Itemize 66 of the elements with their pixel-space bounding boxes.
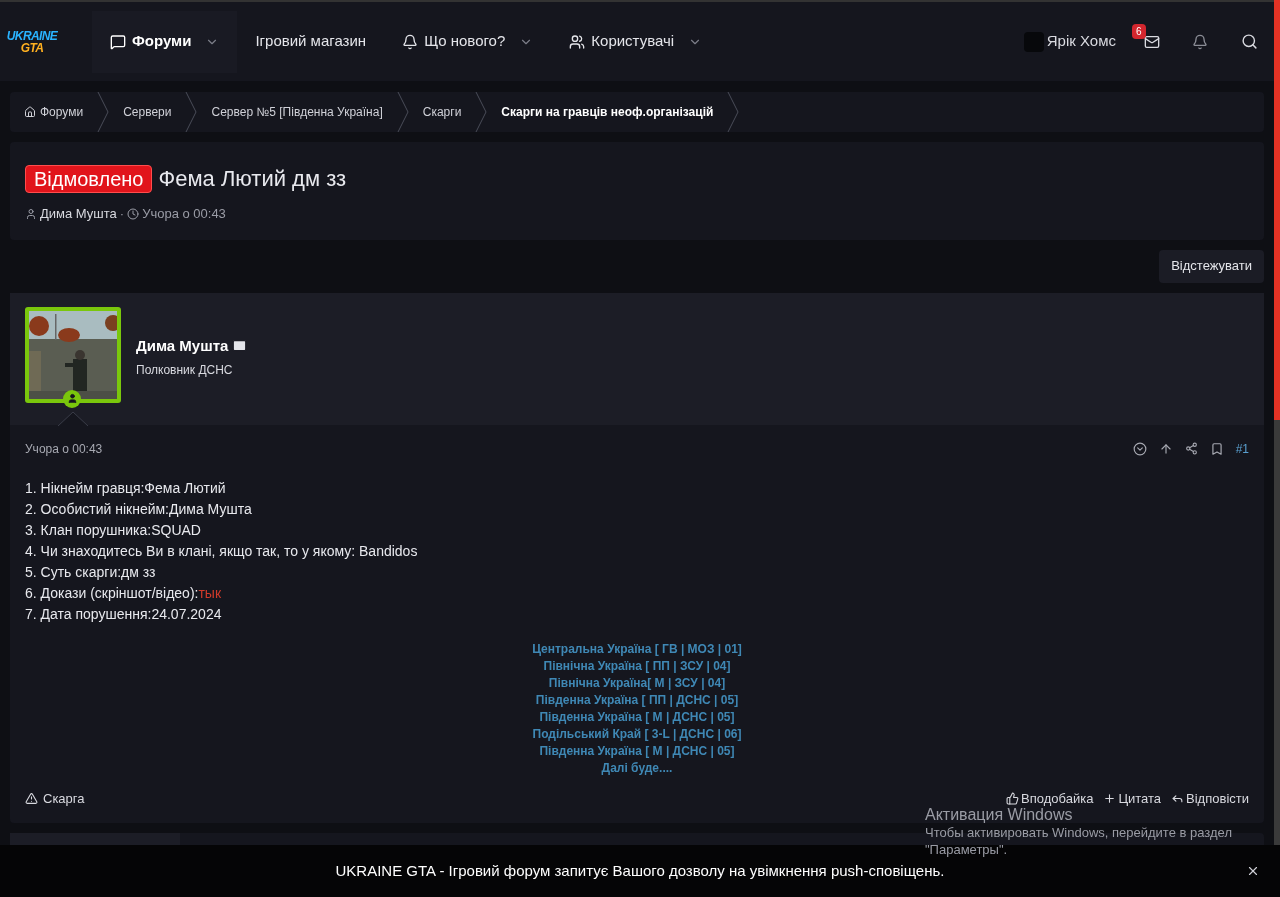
signature-line: Центральна Україна [ ГВ | МОЗ | 01] [532,640,742,658]
author-role: Полковник ДСНС [136,362,234,379]
signature-line: Північна Україна[ М | ЗСУ | 04] [548,674,726,692]
post-line: 2. Особистий нікнейм:Дима Мушта [25,499,252,519]
home-icon [24,106,36,118]
post-time: Учора о 00:43 [25,440,103,458]
thread-author[interactable]: Дима Мушта [40,204,117,224]
breadcrumb-separator-icon [185,92,198,132]
post-line: 5. Суть скарги:дм зз [25,562,156,582]
collapse-icon[interactable] [1132,441,1147,456]
breadcrumb-separator-icon [727,92,740,132]
clock-icon [127,207,140,220]
status-label: Відмовлено [25,164,153,193]
signature-line: Північна Україна [ ПП | ЗСУ | 04] [543,657,731,675]
bookmark-icon[interactable] [1209,441,1224,456]
signature-line: Подільський Край [ 3-L | ДСНС | 06] [532,725,742,743]
breadcrumb-link[interactable]: Скарги [408,103,476,121]
breadcrumb-link[interactable]: Сервер №5 [Південна Україна] [197,103,397,121]
share-icon[interactable] [1184,442,1198,455]
signature-line: Далі буде.... [601,759,673,777]
report-link[interactable]: Скарга [43,788,85,808]
thread-time: Учора о 00:43 [142,205,226,223]
breadcrumb-separator-icon [97,92,110,132]
post-line: 1. Нікнейм гравця:Фема Лютий [25,478,226,498]
activation-title: Активация Windows [925,806,1073,824]
watch-button[interactable]: Відстежувати [1159,249,1264,283]
inbox-count: 6 [1132,23,1146,39]
close-icon[interactable] [1246,864,1260,878]
signature-line: Південна Україна [ М | ДСНС | 05] [539,708,735,726]
bell-icon[interactable] [1192,33,1208,50]
scrollbar[interactable] [1274,0,1280,845]
signature-line: Південна Україна [ ПП | ДСНС | 05] [535,691,739,709]
plus-icon [1103,791,1117,805]
nav-tab[interactable]: Ігровий магазин [237,10,385,73]
nav-tab[interactable]: Що нового? [384,10,552,73]
search-icon[interactable] [1241,33,1258,50]
post-number[interactable]: #1 [1235,439,1249,458]
nav-tab[interactable]: Форуми [92,10,238,73]
breadcrumb-link[interactable]: Скарги на гравців неоф.організацій [487,103,728,121]
post-action-link[interactable]: Вподобайка [1021,788,1094,808]
post-action-link[interactable]: Цитата [1118,788,1162,808]
post-line: 7. Дата порушення:24.07.2024 [25,604,222,624]
users-icon [569,33,586,50]
nav-tab[interactable]: Користувачі [551,10,721,73]
post-line: 6. Докази (скріншот/відео): [25,583,199,603]
breadcrumb-link[interactable]: Сервери [109,103,186,121]
warning-icon [25,791,38,805]
chat-icon [110,33,126,50]
post-line: 3. Клан порушника:SQUAD [25,520,201,540]
separator-dot: · [119,205,125,223]
post-action-link[interactable]: Відповісти [1186,788,1249,808]
activation-text: Чтобы активировать Windows, перейдите в раздел "Параметры". [925,824,1233,858]
user-icon [25,207,37,220]
evidence-link[interactable]: тык [198,582,222,604]
breadcrumb-separator-icon [396,92,409,132]
breadcrumb-separator-icon [475,92,488,132]
bell-icon [402,33,419,50]
push-notice-text: UKRAINE GTA - Ігровий форум запитує Вашого дозволу на увімкнення push-сповіщень. [335,860,945,881]
thumbs-up-icon [1006,791,1020,805]
breadcrumb-link[interactable]: Форуми [10,103,98,121]
post-line: 4. Чи знаходитесь Ви в клані, якщо так, то у якому: Bandidos [25,541,418,561]
post-author[interactable]: Дима Мушта [136,334,229,357]
signature-line: Південна Україна [ М | ДСНС | 05] [539,742,735,760]
site-logo[interactable]: UKRAINE GTA [2,29,62,54]
account-link[interactable]: Ярік Хомс [1023,30,1116,53]
thread-title: Фема Лютий дм зз [158,165,347,193]
